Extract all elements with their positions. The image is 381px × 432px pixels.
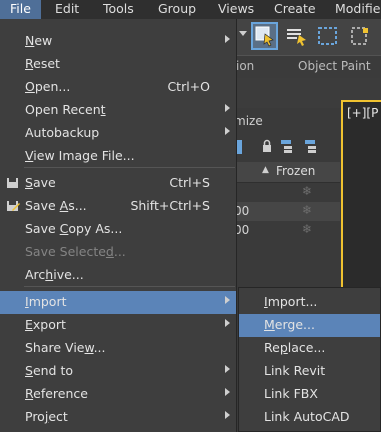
menu-item-label: Reset [25,56,60,71]
shortcut-label: Ctrl+O [167,79,210,94]
submenu-arrow-icon [225,365,230,373]
submenu-arrow-icon [225,35,230,43]
ribbon-tab-partial[interactable]: ion [236,59,254,73]
submenu-item-label: Link FBX [264,386,318,401]
menu-item-label: Reference [25,386,88,401]
sort-ascending-icon[interactable]: ▲ [262,165,269,175]
submenu-item-replace[interactable]: Replace... [239,337,380,360]
selection-region-button[interactable] [315,22,342,50]
menu-item-label: Save Selected... [25,244,126,259]
snowflake-icon[interactable]: ❄ [302,184,312,198]
menu-item-view-image-file[interactable]: View Image File... [0,145,236,168]
submenu-item-label: Replace... [264,340,326,355]
menu-item-open[interactable]: Open... Ctrl+O [0,76,236,99]
viewport-label[interactable]: [+][P [347,106,378,120]
menu-item-share-view[interactable]: Share View... [0,337,236,360]
menu-item-label: Autobackup [25,125,100,140]
window-crossing-button[interactable] [348,22,375,50]
table-row[interactable]: 00 ❄ [234,202,340,221]
menu-item-project[interactable]: Project [0,406,236,429]
lock-icon[interactable] [261,139,273,154]
menu-item-export[interactable]: Export [0,314,236,337]
menu-item-import[interactable]: Import [0,291,236,314]
menu-item-save-copy-as[interactable]: Save Copy As... [0,218,236,241]
menu-group[interactable]: Group [158,0,196,19]
menu-item-label: Export [25,317,66,332]
menu-modifiers[interactable]: Modifiers [335,0,381,19]
submenu-arrow-icon [225,319,230,327]
submenu-item-link-revit[interactable]: Link Revit [239,360,380,383]
menu-item-autobackup[interactable]: Autobackup [0,122,236,145]
select-object-button[interactable] [251,22,278,50]
menu-item-label: Open Recent [25,102,106,117]
ribbon-tab-object-paint[interactable]: Object Paint [298,59,371,73]
menu-item-new[interactable]: New [0,30,236,53]
menu-item-save-selected: Save Selected... [0,241,236,264]
menu-item-label: Project [25,409,68,424]
submenu-item-label: Link AutoCAD [264,409,350,424]
submenu-item-label: Link Revit [264,363,326,378]
menu-item-label: Import [25,294,67,309]
layer-hierarchy-icon[interactable] [304,139,318,154]
menu-item-save-as[interactable]: Save As... Shift+Ctrl+S [0,195,236,218]
menu-item-reference[interactable]: Reference [0,383,236,406]
submenu-item-merge[interactable]: Merge... [239,314,380,337]
menu-item-label: Save As... [25,198,87,213]
snowflake-icon[interactable]: ❄ [302,203,312,217]
menu-item-label: Save [25,175,56,190]
submenu-arrow-icon [225,296,230,304]
window-crossing-icon [351,27,368,45]
menu-item-reset[interactable]: Reset [0,53,236,76]
save-as-icon [7,201,20,211]
submenu-arrow-icon [225,411,230,419]
scene-explorer-toolbar [234,136,340,158]
menu-item-archive[interactable]: Archive... [0,264,236,287]
table-row[interactable]: 00 ❄ [234,221,340,240]
menu-item-save[interactable]: Save Ctrl+S [0,172,236,195]
menu-views[interactable]: Views [218,0,254,19]
submenu-item-link-autocad[interactable]: Link AutoCAD [239,406,380,429]
column-frozen[interactable]: Frozen [276,164,315,178]
submenu-arrow-icon [225,104,230,112]
menu-edit[interactable]: Edit [55,0,79,19]
hierarchy-icon[interactable] [280,139,294,154]
menu-item-label: Send to [25,363,74,378]
menu-file[interactable]: File [0,0,41,19]
file-menu: New Reset Open... Ctrl+O Open Recent Autoback… [0,19,237,432]
submenu-item-link-fbx[interactable]: Link FBX [239,383,380,406]
rectangular-selection-icon [318,27,337,45]
menu-item-label: View Image File... [25,148,135,163]
submenu-item-import[interactable]: Import... [239,291,380,314]
dropdown-arrow-icon[interactable] [239,31,247,36]
submenu-arrow-icon [225,388,230,396]
submenu-arrow-icon [225,127,230,135]
table-row[interactable]: ❄ [234,183,340,202]
menu-item-label: Archive... [25,267,84,282]
menu-item-open-recent[interactable]: Open Recent [0,99,236,122]
select-object-icon [255,26,274,47]
menu-item-send-to[interactable]: Send to [0,360,236,383]
snowflake-icon[interactable]: ❄ [302,222,312,236]
shortcut-label: Ctrl+S [169,175,210,190]
menu-item-label: Save Copy As... [25,221,123,236]
submenu-item-label: Merge... [264,317,315,332]
import-submenu: Import... Merge... Replace... Link Revit Lin… [238,287,381,432]
save-icon [7,178,18,188]
menu-bar: File Edit Tools Group Views Create Modif… [0,0,381,19]
scene-explorer-label: mize [234,114,263,128]
menu-item-label: Open... [25,79,71,94]
menu-item-label: New [25,33,53,48]
scene-explorer-header: ▲ Frozen [234,162,340,183]
submenu-item-label: Import... [264,294,318,309]
menu-tools[interactable]: Tools [103,0,134,19]
menu-item-label: Share View... [25,340,106,355]
shortcut-label: Shift+Ctrl+S [130,198,210,213]
select-by-name-icon [287,29,306,46]
select-by-name-button[interactable] [284,22,311,50]
menu-create[interactable]: Create [274,0,316,19]
